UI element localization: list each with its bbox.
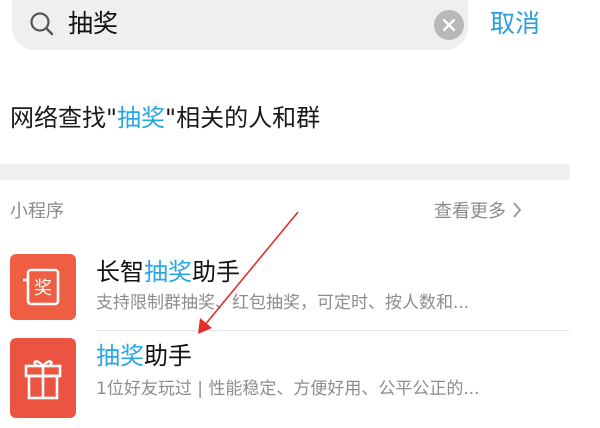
- network-search-link[interactable]: 网络查找"抽奖"相关的人和群: [10, 100, 320, 136]
- network-search-suffix: "相关的人和群: [165, 104, 321, 132]
- app-name-part: 助手: [192, 258, 240, 286]
- network-search-prefix: 网络查找": [10, 104, 118, 132]
- app-description: 1位好友玩过 | 性能稳定、方便好用、公平公正的...: [96, 379, 480, 399]
- chevron-right-icon: [513, 202, 522, 218]
- app-name-highlight: 抽奖: [96, 342, 144, 370]
- search-box[interactable]: 抽奖: [12, 0, 468, 50]
- section-title: 小程序: [10, 201, 64, 222]
- cancel-button[interactable]: 取消: [490, 6, 540, 42]
- row-divider: [96, 330, 570, 331]
- search-input[interactable]: 抽奖: [68, 8, 118, 40]
- app-name-highlight: 抽奖: [144, 258, 192, 286]
- clear-x-icon[interactable]: [434, 10, 464, 40]
- app-name-part: 长智: [96, 258, 144, 286]
- section-divider: [0, 164, 570, 180]
- lottery-ticket-icon: 奖: [10, 254, 76, 320]
- list-item[interactable]: 抽奖助手 1位好友玩过 | 性能稳定、方便好用、公平公正的...: [0, 336, 570, 428]
- gift-box-icon: [10, 338, 76, 418]
- view-more-button[interactable]: 查看更多: [434, 198, 522, 226]
- app-description: 支持限制群抽奖、红包抽奖，可定时、按人数和...: [96, 293, 470, 313]
- app-name-part: 助手: [144, 342, 192, 370]
- app-name: 长智抽奖助手: [96, 256, 240, 288]
- app-name: 抽奖助手: [96, 340, 192, 372]
- list-item[interactable]: 奖 长智抽奖助手 支持限制群抽奖、红包抽奖，可定时、按人数和...: [0, 248, 570, 340]
- search-bar: 抽奖 取消: [0, 0, 600, 58]
- svg-text:奖: 奖: [34, 278, 52, 299]
- network-search-keyword: 抽奖: [117, 104, 166, 132]
- search-icon: [30, 12, 54, 36]
- view-more-label: 查看更多: [434, 201, 506, 222]
- mini-program-section-header: 小程序 查看更多: [0, 194, 570, 234]
